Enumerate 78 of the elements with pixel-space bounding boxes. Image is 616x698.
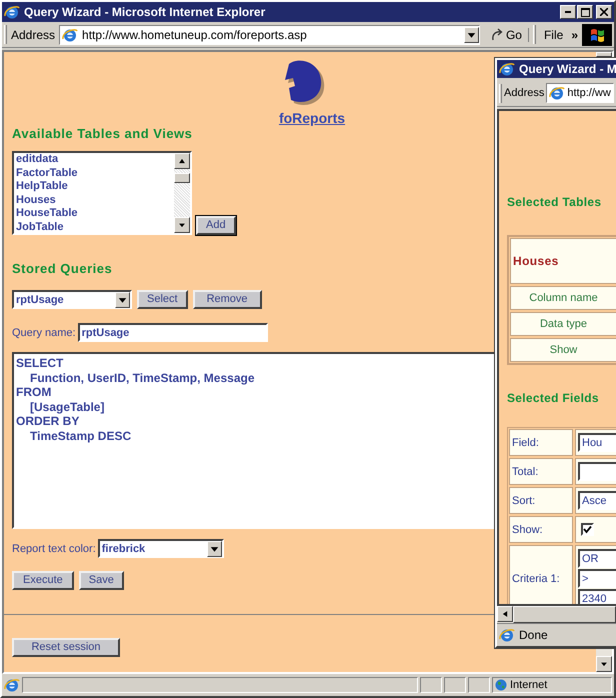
criteria-input[interactable]: OR	[578, 549, 616, 568]
table-cell: Show	[510, 338, 616, 362]
caret-icon	[500, 609, 510, 619]
address-field[interactable]: http://www.hometuneup.com/foreports.asp	[59, 24, 480, 44]
show-checkbox[interactable]	[581, 523, 594, 536]
sql-line: TimeStamp DESC	[30, 428, 132, 443]
field-label: Show:	[509, 516, 573, 543]
field-label: Criteria 1:	[509, 545, 573, 604]
add-button[interactable]: Add	[196, 216, 236, 235]
table-cell: Data type	[510, 312, 616, 336]
list-item[interactable]: HouseTable	[16, 207, 78, 220]
page-icon	[4, 677, 20, 693]
field-label: Field:	[509, 429, 573, 456]
browser-icon	[4, 4, 20, 20]
maximize-button[interactable]	[577, 5, 593, 19]
section-heading: Selected Fields	[507, 391, 599, 405]
chevron-button[interactable]: »	[571, 28, 578, 42]
address-field[interactable]: http://ww	[546, 83, 614, 103]
sql-textarea[interactable]: SELECT Function, UserID, TimeStamp, Message FROM [UsageTable] ORDER BY TimeStamp DESC	[12, 352, 496, 529]
minimize-button[interactable]	[560, 5, 576, 19]
address-label: Address	[504, 87, 544, 99]
window-title: Query Wizard - M	[519, 62, 616, 76]
criteria-input[interactable]: >	[578, 569, 616, 588]
sql-line: ORDER BY	[16, 414, 80, 428]
criteria-input[interactable]: 2340	[578, 589, 616, 604]
sql-line: SELECT	[16, 356, 64, 370]
file-menu[interactable]: File	[540, 28, 568, 42]
field-label: Total:	[509, 458, 573, 485]
go-button[interactable]: Go	[484, 28, 529, 42]
table-cell: Column name	[510, 286, 616, 310]
query-name-input[interactable]: rptUsage	[78, 323, 268, 342]
page-icon	[549, 85, 566, 101]
field-label: Query name:	[12, 326, 76, 338]
go-arrow-icon	[490, 28, 504, 42]
vertical-scrollbar[interactable]	[174, 153, 190, 233]
section-heading: Selected Tables	[507, 195, 602, 209]
minimize-icon	[565, 11, 571, 13]
list-item[interactable]: HelpTable	[16, 180, 68, 194]
reset-session-button[interactable]: Reset session	[12, 638, 120, 657]
field-input[interactable]	[578, 462, 616, 481]
field-label: Report text color:	[12, 542, 96, 554]
text-color-select[interactable]: firebrick	[98, 539, 224, 558]
section-heading: Available Tables and Views	[12, 126, 192, 141]
select-button[interactable]: Select	[137, 290, 188, 309]
scroll-down-button[interactable]	[596, 656, 612, 672]
field-input[interactable]: Asce	[578, 491, 616, 510]
save-button[interactable]: Save	[78, 571, 124, 590]
tables-listbox[interactable]: editdata FactorTable HelpTable Houses HouseTable JobTable	[12, 151, 192, 235]
list-item[interactable]: editdata	[16, 153, 58, 166]
close-icon	[600, 8, 608, 16]
sql-line: [UsageTable]	[30, 400, 104, 414]
page-icon	[62, 26, 78, 42]
caret-icon	[177, 156, 187, 166]
page-icon	[499, 627, 515, 643]
zone-label: Internet	[510, 679, 548, 691]
table-name: Houses	[510, 238, 616, 284]
field-input[interactable]: Hou	[578, 433, 616, 452]
globe-icon	[495, 679, 507, 691]
field-label: Sort:	[509, 487, 573, 514]
list-item[interactable]: Houses	[16, 194, 56, 207]
browser-icon	[499, 61, 515, 77]
brand-link[interactable]: foReports	[278, 110, 346, 126]
horizontal-scrollbar[interactable]	[497, 606, 616, 623]
window-title: Query Wizard - Microsoft Internet Explorer	[24, 5, 266, 19]
sql-line: FROM	[16, 385, 52, 400]
execute-button[interactable]: Execute	[12, 571, 74, 590]
section-heading: Stored Queries	[12, 261, 112, 276]
stored-query-select[interactable]: rptUsage	[12, 290, 132, 309]
flag-logo-icon	[582, 24, 612, 46]
remove-button[interactable]: Remove	[192, 290, 262, 309]
list-item[interactable]: FactorTable	[16, 166, 78, 180]
scroll-thumb[interactable]	[174, 173, 190, 183]
close-button[interactable]	[596, 5, 612, 19]
sql-line: Function, UserID, TimeStamp, Message	[30, 370, 255, 385]
status-text: Done	[519, 628, 548, 642]
address-label: Address	[11, 28, 56, 42]
list-item[interactable]: JobTable	[16, 220, 64, 234]
maximize-icon	[580, 8, 590, 16]
